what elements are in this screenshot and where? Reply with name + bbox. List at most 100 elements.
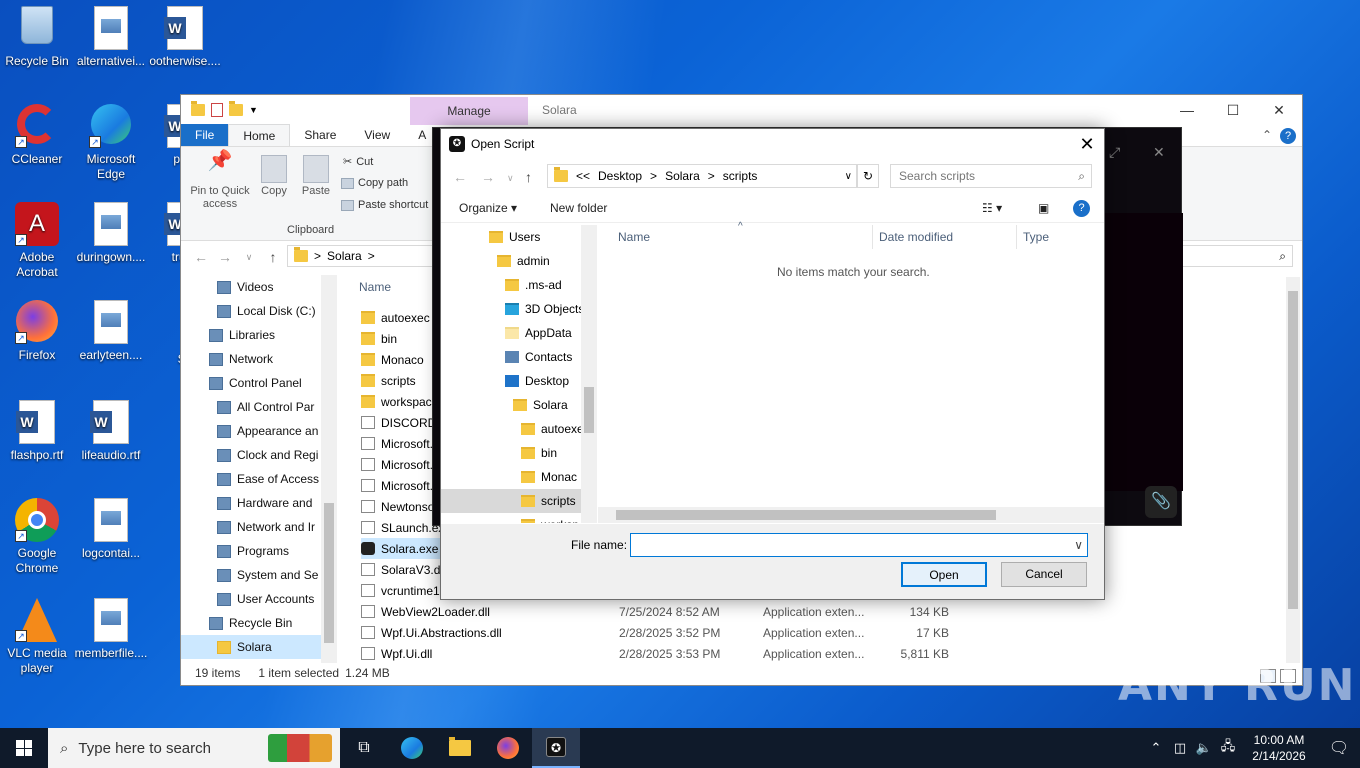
desktop-icon[interactable]: ↗ VLC media player xyxy=(0,598,74,676)
tree-item[interactable]: .ms-ad xyxy=(441,273,596,297)
up-icon[interactable]: ↑ xyxy=(261,249,285,265)
forward-icon[interactable]: → xyxy=(481,169,495,185)
breadcrumb-solara[interactable]: Solara xyxy=(665,169,700,183)
desktop-icon[interactable]: logcontai... xyxy=(74,498,148,561)
navigation-pane-scrollbar[interactable] xyxy=(321,275,337,663)
back-icon[interactable]: ← xyxy=(453,169,467,185)
paste-shortcut-button[interactable]: Paste shortcut xyxy=(341,199,428,211)
view-options-icon[interactable]: ☷ ▾ xyxy=(982,201,1002,215)
desktop-icon[interactable]: alternativei... xyxy=(74,6,148,69)
tree-item[interactable]: autoexe xyxy=(441,417,596,441)
scrollbar-thumb[interactable] xyxy=(616,510,996,520)
network-icon[interactable]: 🖧 xyxy=(1216,737,1240,759)
preview-pane-icon[interactable]: ▣ xyxy=(1038,201,1049,215)
column-name[interactable]: Name xyxy=(618,230,650,244)
pin-to-quick-access-button[interactable]: 📌 Pin to Quick access xyxy=(187,151,253,211)
column-type[interactable]: Type xyxy=(1023,230,1049,244)
chevron-up-icon[interactable]: ⌃ xyxy=(1262,128,1272,142)
desktop-icon[interactable]: Wflashpo.rtf xyxy=(0,400,74,463)
task-view-icon[interactable]: ⧉ xyxy=(340,728,388,768)
minimize-icon[interactable]: — xyxy=(1164,95,1210,125)
tree-item[interactable]: Users xyxy=(441,225,596,249)
start-button[interactable] xyxy=(0,728,48,768)
tree-item[interactable]: worksp xyxy=(441,513,596,523)
attach-icon[interactable]: 📎 xyxy=(1145,486,1177,518)
clock[interactable]: 10:00 AM 2/14/2026 xyxy=(1240,732,1318,764)
tree-item[interactable]: bin xyxy=(441,441,596,465)
cut-button[interactable]: ✂ Cut xyxy=(343,155,373,169)
expand-icon[interactable]: ⤢ xyxy=(1109,144,1120,161)
nav-item[interactable]: System and Se xyxy=(181,563,337,587)
file-explorer-taskbar-icon[interactable] xyxy=(436,728,484,768)
nav-item[interactable]: Clock and Regi xyxy=(181,443,337,467)
desktop-icon[interactable]: ↗ CCleaner xyxy=(0,104,74,167)
nav-item[interactable]: User Accounts xyxy=(181,587,337,611)
dialog-close-icon[interactable]: ✕ xyxy=(1070,129,1104,159)
tray-overflow-icon[interactable]: ⌃ xyxy=(1144,740,1168,756)
help-icon[interactable]: ? xyxy=(1280,128,1296,144)
column-divider[interactable] xyxy=(1016,225,1017,249)
open-button[interactable]: Open xyxy=(901,562,987,587)
solara-taskbar-icon[interactable]: ✪ xyxy=(532,728,580,768)
tree-item[interactable]: 3D Objects xyxy=(441,297,596,321)
tree-item[interactable]: Contacts xyxy=(441,345,596,369)
taskbar-search[interactable]: ⌕ Type here to search xyxy=(48,728,340,768)
breadcrumb-overflow[interactable]: << xyxy=(576,169,590,183)
desktop-icon[interactable]: Wootherwise.... xyxy=(148,6,222,69)
nav-item[interactable]: Recycle Bin xyxy=(181,611,337,635)
chevron-down-icon[interactable]: ▼ xyxy=(249,105,258,115)
tree-item[interactable]: Desktop xyxy=(441,369,596,393)
scrollbar-thumb[interactable] xyxy=(584,387,594,433)
new-folder-button[interactable]: New folder xyxy=(550,201,607,215)
nav-item[interactable]: Libraries xyxy=(181,323,337,347)
manage-tab[interactable]: Manage xyxy=(410,97,528,125)
volume-icon[interactable]: 🔈 xyxy=(1192,740,1216,756)
nav-item[interactable]: Programs xyxy=(181,539,337,563)
desktop-icon[interactable]: ↗ Firefox xyxy=(0,300,74,363)
notification-icon[interactable]: 🗨 xyxy=(1318,738,1360,758)
file-row[interactable]: Wpf.Ui.Abstractions.dll 2/28/2025 3:52 PM… xyxy=(361,622,1360,643)
tree-item[interactable]: admin xyxy=(441,249,596,273)
nav-item[interactable]: Hardware and xyxy=(181,491,337,515)
nav-item[interactable]: Videos xyxy=(181,275,337,299)
firefox-taskbar-icon[interactable] xyxy=(484,728,532,768)
breadcrumb-desktop[interactable]: Desktop xyxy=(598,169,642,183)
help-icon[interactable]: ? xyxy=(1073,200,1090,217)
copy-path-button[interactable]: Copy path xyxy=(341,177,408,189)
file-row[interactable]: WebView2Loader.dll 7/25/2024 8:52 AM Appli… xyxy=(361,601,1360,622)
recent-chevron-icon[interactable]: ∨ xyxy=(237,252,261,263)
breadcrumb-scripts[interactable]: scripts xyxy=(723,169,758,183)
column-divider[interactable] xyxy=(872,225,873,249)
column-date-modified[interactable]: Date modified xyxy=(879,230,953,244)
new-folder-icon[interactable] xyxy=(229,101,243,116)
forward-icon[interactable]: → xyxy=(213,249,237,265)
file-list-scrollbar[interactable] xyxy=(1286,277,1300,663)
tree-item[interactable]: Solara xyxy=(441,393,596,417)
address-bar[interactable]: > Solara > xyxy=(287,245,435,267)
back-icon[interactable]: ← xyxy=(189,249,213,265)
tree-scrollbar[interactable] xyxy=(581,225,597,523)
scrollbar-thumb[interactable] xyxy=(324,503,334,643)
tree-item[interactable]: AppData xyxy=(441,321,596,345)
desktop-icon[interactable]: A ↗ Adobe Acrobat xyxy=(0,202,74,280)
copy-button[interactable]: Copy xyxy=(257,155,291,198)
tab-view[interactable]: View xyxy=(350,124,404,146)
desktop-icon[interactable]: Wlifeaudio.rtf xyxy=(74,400,148,463)
dialog-horizontal-scrollbar[interactable] xyxy=(598,507,1104,523)
solara-close-icon[interactable]: ✕ xyxy=(1153,144,1165,161)
dialog-breadcrumb[interactable]: << Desktop > Solara > scripts ∨ xyxy=(547,164,857,188)
refresh-icon[interactable]: ↻ xyxy=(857,164,879,188)
close-icon[interactable]: ✕ xyxy=(1256,95,1302,125)
nav-item[interactable]: Ease of Access xyxy=(181,467,337,491)
chevron-down-icon[interactable]: ∨ xyxy=(1074,534,1083,556)
tree-item[interactable]: Monac xyxy=(441,465,596,489)
scrollbar-thumb[interactable] xyxy=(1288,291,1298,609)
desktop-icon[interactable]: Recycle Bin xyxy=(0,6,74,69)
edge-taskbar-icon[interactable] xyxy=(388,728,436,768)
dialog-search-input[interactable]: Search scripts ⌕ xyxy=(890,164,1092,188)
paste-button[interactable]: Paste xyxy=(299,155,333,198)
nav-item[interactable]: Appearance an xyxy=(181,419,337,443)
nav-item[interactable]: Solara xyxy=(181,635,337,659)
tree-item[interactable]: scripts xyxy=(441,489,596,513)
up-icon[interactable]: ↑ xyxy=(525,169,532,185)
